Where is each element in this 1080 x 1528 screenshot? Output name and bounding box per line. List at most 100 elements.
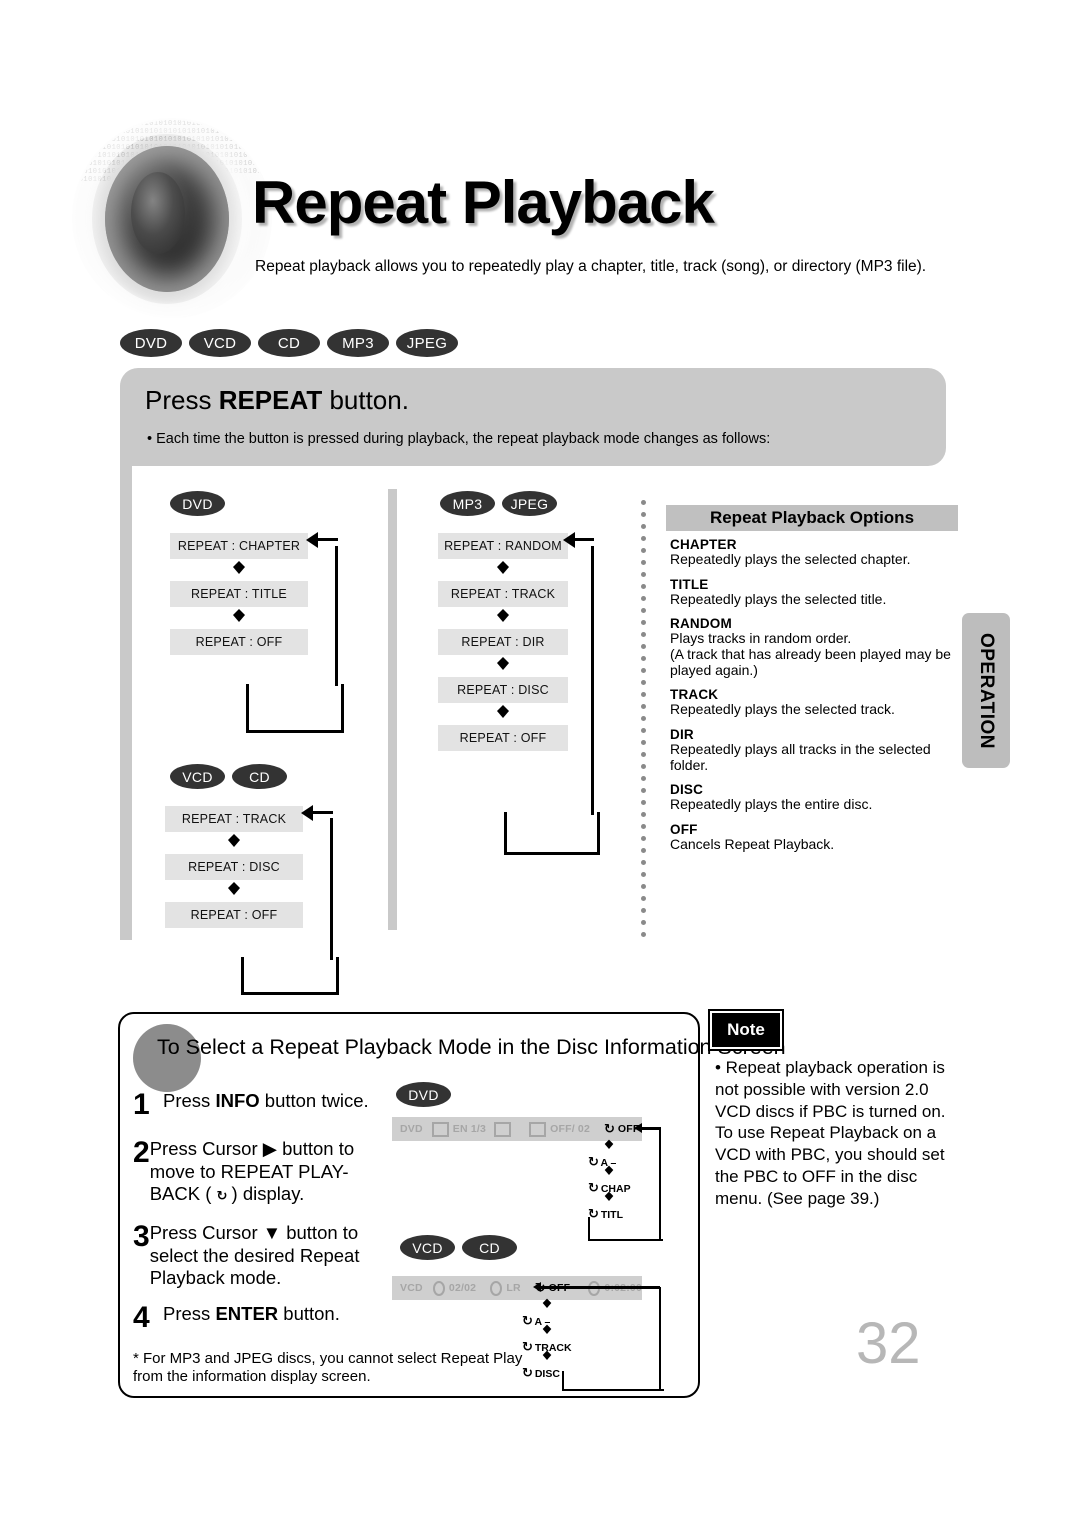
info-step-2-text: Press Cursor ▶ button to move to REPEAT … <box>149 1138 355 1205</box>
disc-badge-mp3: MP3 <box>327 329 389 357</box>
option-term: RANDOM <box>670 616 732 632</box>
flow-vcdcd-badges: VCD CD <box>170 764 287 789</box>
press-repeat-title-bold: REPEAT <box>218 385 323 415</box>
flow-mp3jpeg-step-4: REPEAT : DISC <box>438 677 568 703</box>
vcd-chain-loop-top <box>540 1286 660 1289</box>
flow-arrow-down-icon <box>170 559 308 581</box>
page-number: 32 <box>856 1311 921 1376</box>
flow-dvd-step-2: REPEAT : TITLE <box>170 581 308 607</box>
option-term: TRACK <box>670 687 719 703</box>
flow-dvd-loop-bottom <box>246 684 344 733</box>
option-desc: Cancels Repeat Playback. <box>670 836 835 853</box>
dvd-field-subtitle: OFF/ 02 <box>550 1123 591 1135</box>
flow-arrow-down-icon <box>522 1350 572 1365</box>
flow-arrow-down-icon <box>588 1191 631 1206</box>
option-desc: Repeatedly plays the entire disc. <box>670 796 873 813</box>
dvd-chain-arrow-icon <box>634 1123 642 1133</box>
flow-arrow-down-icon <box>170 607 308 629</box>
press-repeat-title-suffix: button. <box>322 385 409 415</box>
flow-mp3jpeg-step-2: REPEAT : TRACK <box>438 581 568 607</box>
option-term: DISC <box>670 782 704 798</box>
option-item: RANDOM Plays tracks in random order. (A … <box>670 616 952 678</box>
flow-column-divider <box>388 489 397 930</box>
dvd-chain-loop-right <box>659 1128 661 1240</box>
flow-arrow-down-icon <box>588 1139 631 1154</box>
flow-arrow-down-icon <box>438 655 568 677</box>
info-box-footnote: * For MP3 and JPEG discs, you cannot sel… <box>133 1350 523 1386</box>
info-step-1-pre: Press <box>163 1090 216 1111</box>
page-subtitle: Repeat playback allows you to repeatedly… <box>255 258 927 275</box>
flow-badge-mp3: MP3 <box>440 491 495 516</box>
options-panel-header: Repeat Playback Options <box>666 505 958 531</box>
press-repeat-panel <box>120 368 946 466</box>
info-step-3-text: Press Cursor ▼ button to select the desi… <box>149 1222 360 1289</box>
repeat-icon: ↻ <box>522 1339 533 1354</box>
info-step-1-post: button twice. <box>259 1090 369 1111</box>
flow-arrow-down-icon <box>165 880 303 902</box>
info-step-4-pre: Press <box>163 1303 216 1324</box>
info-step-1: 1 Press INFO button twice. <box>133 1090 383 1120</box>
repeat-icon: ↻ <box>588 1180 599 1195</box>
display-badge-dvd: DVD <box>396 1082 451 1107</box>
flow-dvd-step-1: REPEAT : CHAPTER <box>170 533 308 559</box>
info-step-2-number: 2 <box>133 1136 150 1169</box>
flow-dvd-arrow-icon <box>306 532 318 548</box>
option-desc: Repeatedly plays the selected chapter. <box>670 551 911 567</box>
subtitle-icon <box>431 1121 449 1137</box>
info-step-3-number: 3 <box>133 1220 150 1253</box>
flow-badge-vcd: VCD <box>170 764 225 789</box>
repeat-icon: ↻ <box>522 1365 533 1380</box>
flow-vcdcd-step-2: REPEAT : DISC <box>165 854 303 880</box>
option-desc: Plays tracks in random order. (A track t… <box>670 630 951 678</box>
option-item: TITLE Repeatedly plays the selected titl… <box>670 577 952 608</box>
flow-arrow-down-icon <box>165 832 303 854</box>
display-badge-vcd: VCD <box>400 1235 455 1260</box>
info-step-4-post: button. <box>278 1303 340 1324</box>
cursor-down-icon: ▼ <box>262 1222 282 1243</box>
flow-arrow-down-icon <box>522 1298 572 1313</box>
dvd-repeat-chain: ↻ A – ↻ CHAP ↻ TITL <box>588 1139 631 1221</box>
press-repeat-title-prefix: Press <box>145 385 219 415</box>
dvd-chain-loop-top <box>640 1127 661 1130</box>
speaker-graphic: 0101010101010101010101010101010101010101… <box>72 118 272 318</box>
vcd-chain-arrow-icon <box>533 1282 541 1292</box>
headphone-icon <box>490 1280 503 1296</box>
repeat-icon: ↻ <box>588 1154 599 1169</box>
dvd-chain-loop-bottom <box>588 1217 663 1241</box>
options-list: CHAPTER Repeatedly plays the selected ch… <box>670 537 952 853</box>
flow-dvd-badges: DVD <box>170 491 225 516</box>
press-repeat-title: Press REPEAT button. <box>145 385 409 416</box>
flow-mp3jpeg-badges: MP3 JPEG <box>440 491 557 516</box>
dvd-field-disc-type: DVD <box>400 1123 423 1135</box>
dotted-divider <box>641 500 646 940</box>
track-icon <box>432 1280 445 1296</box>
vcd-chain-loop-right <box>659 1287 661 1389</box>
flow-dvd-step-3: REPEAT : OFF <box>170 629 308 655</box>
flow-arrow-down-icon <box>588 1165 631 1180</box>
option-item: TRACK Repeatedly plays the selected trac… <box>670 687 952 718</box>
info-box-heading: To Select a Repeat Playback Mode in the … <box>157 1035 786 1059</box>
info-step-1-bold: INFO <box>215 1090 260 1111</box>
flow-vcdcd: REPEAT : TRACK REPEAT : DISC REPEAT : OF… <box>165 806 303 928</box>
vcd-display-badges: VCD CD <box>400 1235 517 1260</box>
press-repeat-note: • Each time the button is pressed during… <box>147 431 771 447</box>
flow-arrow-down-icon <box>438 559 568 581</box>
option-item: DISC Repeatedly plays the entire disc. <box>670 782 952 813</box>
disc-badge-dvd: DVD <box>120 329 182 357</box>
flow-mp3jpeg: REPEAT : RANDOM REPEAT : TRACK REPEAT : … <box>438 533 568 751</box>
operation-tab-label: OPERATION <box>976 632 998 749</box>
info-step-4: 4 Press ENTER button. <box>133 1303 383 1333</box>
flow-arrow-down-icon <box>438 703 568 725</box>
dolby-digital-icon <box>494 1121 512 1137</box>
option-desc: Repeatedly plays the selected title. <box>670 590 887 607</box>
left-gray-rail <box>120 466 132 940</box>
flow-badge-jpeg: JPEG <box>502 491 557 516</box>
flow-mp3jpeg-step-1: REPEAT : RANDOM <box>438 533 568 559</box>
flow-vcdcd-loop-right <box>330 818 333 960</box>
flow-mp3jpeg-arrow-icon <box>563 532 575 548</box>
option-desc: Repeatedly plays the selected track. <box>670 701 895 718</box>
info-step-3: 3 Press Cursor ▼ button to select the de… <box>133 1222 373 1290</box>
flow-arrow-down-icon <box>522 1324 572 1339</box>
flow-dvd-loop-right <box>335 546 338 686</box>
option-item: DIR Repeatedly plays all tracks in the s… <box>670 727 952 773</box>
